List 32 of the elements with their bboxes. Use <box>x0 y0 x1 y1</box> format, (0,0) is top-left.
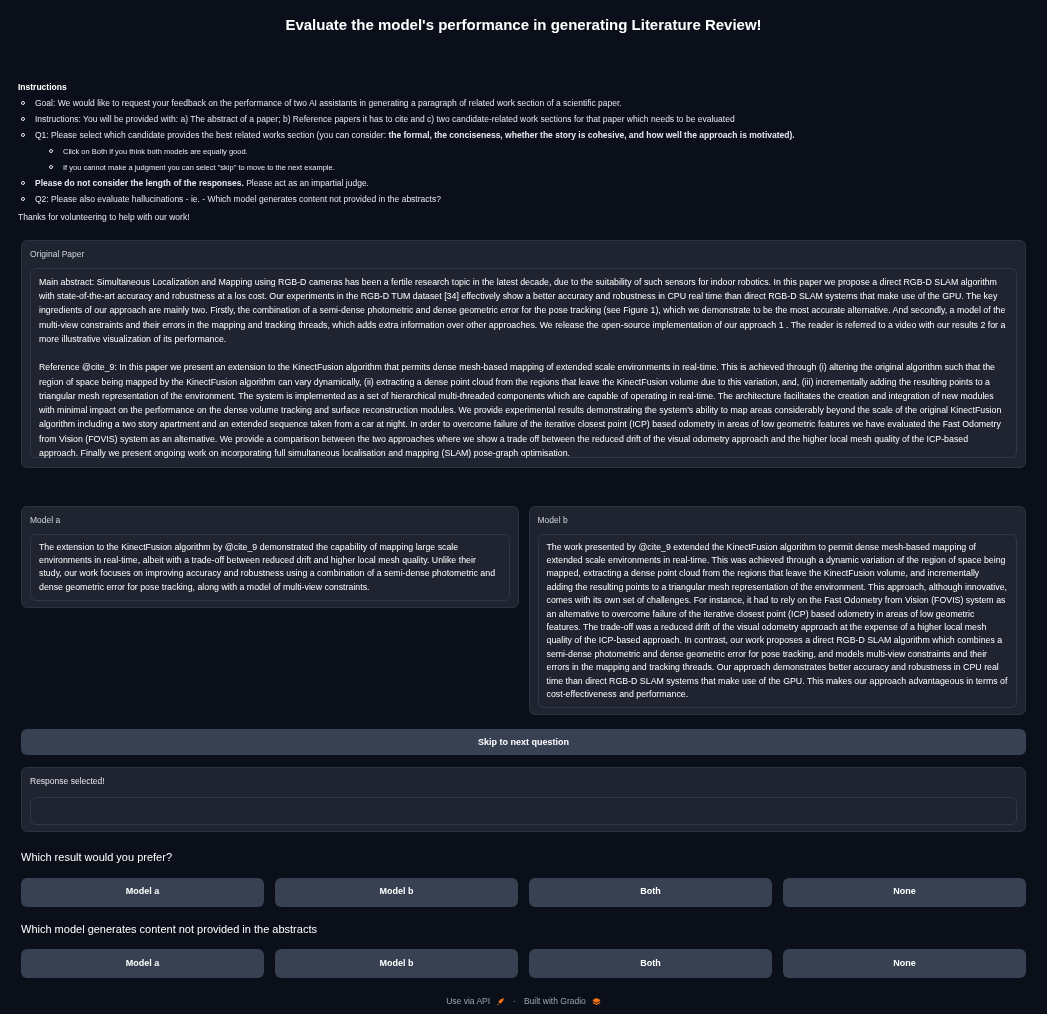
panel-label: Original Paper <box>30 248 85 261</box>
built-with-gradio-link[interactable]: Built with Gradio <box>523 995 586 1008</box>
question-text: Which model generates content not provided in the abstracts <box>21 921 317 937</box>
model-response-text: The work presented by @cite_9 extended the KinectFusion algorithm to permit dense mesh-based mapping of extended scale environments in real-time. This was achieved through a dynamic variation of the region of space being mapped, extracting a dense point cloud from the regions that leave the KinectFusion volume, and incrementally adding the resulting points to a triangular mesh representation of the environment. This approach, although innovative, comes with its own set of challenges. For instance, it had to rely on the Fast Odometry from Vision (FOVIS) system as an alternative to overcome failure of the iterative closest point (ICP) based odometry in areas of low geometric features. The trade-off was a reduced drift of the visual odometry approach at the expense of a higher local mesh quality of the ICP-based approach. In contrast, our work proposes a direct RGB-D SLAM algorithm which combines a semi-dense photometric and dense geometric error for pose tracking, and models multi-view constraints and their errors in the mapping and tracking threads. Our approach demonstrates better accuracy and robustness in CPU real time than direct RGB-D SLAM systems that make use of the GPU. This makes our approach advantageous in terms of cost-effectiveness and performance. <box>546 540 1008 701</box>
answer-button[interactable]: Model b <box>275 949 518 979</box>
answer-button[interactable]: Model a <box>21 949 264 979</box>
answer-button[interactable]: Both <box>529 877 772 907</box>
question-text: Which result would you prefer? <box>21 850 172 866</box>
panel-label: Model a <box>30 513 61 527</box>
rocket-icon <box>496 997 506 1007</box>
gradio-logo-icon <box>591 997 601 1007</box>
skip-button[interactable]: Skip to next question <box>21 729 1026 756</box>
instruction-item: Instructions: You will be provided with: a) The abstract of a paper; b) Reference papers it has to cite and c) two candidate-related work sections for that paper which needs to be evaluated <box>35 114 735 126</box>
instruction-item: Q2: Please also evaluate hallucinations - ie. - Which model generates content not provided in the abstracts? <box>35 194 441 206</box>
paper-paragraph: Reference @cite_9: In this paper we present an extension to the KinectFusion algorithm that permits dense mesh-based mapping of extended scale environments in real-time. This is achieved through (i) altering the original algorithm such that the region of space being mapped by the KinectFusion algorithm can vary dynamically, (ii) extracting a dense point cloud from the regions that leave the KinectFusion volume due to this variation, and, (iii) incrementally adding the resulting points to a triangular mesh representation of the environment. The system is implemented as a set of hierarchical multi-threaded components which are capable of operating in real-time. The architecture facilitates the creation and integration of new modules with minimal impact on the performance on the dense volume tracking and surface reconstruction modules. We provide experimental results demonstrating the system's ability to map areas considerably beyond the scale of the original KinectFusion algorithm including a two story apartment and an extended sequence taken from a car at night. In order to overcome failure of the iterative closest point (ICP) based odometry in areas of low geometric features we have evaluated the Fast Odometry from Vision (FOVIS) system as an alternative. We provide a comparison between the two approaches where we show a trade off between the reduced drift of the visual odometry approach and the higher local mesh quality of the ICP-based approach. Finally we present ongoing work on incorporating full simultaneous localisation and mapping (SLAM) pose-graph optimisation. <box>39 361 1003 460</box>
instruction-item: Please do not consider the length of the responses. Please act as an impartial judge. <box>35 178 369 190</box>
answer-button[interactable]: None <box>783 877 1026 907</box>
separator: · <box>513 995 516 1008</box>
answer-button[interactable]: None <box>783 949 1026 979</box>
model-response-text: The extension to the KinectFusion algorithm by @cite_9 demonstrated the capability of mapping large scale environments in real-time, albeit with a trade-off between reduced drift and higher local mesh quality. Unlike their study, our work focuses on improving accuracy and robustness using a combination of a semi-dense photometric and dense geometric error for pose tracking, along with a model of multi-view constraints. <box>39 540 497 594</box>
instruction-item: Goal: We would like to request your feedback on the performance of two AI assistants in generating a paragraph of related work section of a scientific paper. <box>35 98 622 110</box>
panel-label: Model b <box>537 513 568 527</box>
page-title: Evaluate the model's performance in generating Literature Review! <box>285 15 762 35</box>
response-label: Response selected! <box>30 775 105 789</box>
paper-paragraph: Main abstract: Simultaneous Localization and Mapping using RGB-D cameras has been a fertile research topic in the latest decade, due to the suitability of such sensors for indoor robotics. In this paper we propose a direct RGB-D SLAM algorithm with state-of-the-art accuracy and robustness at a los cost. Our experiments in the RGB-D TUM dataset [34] effectively show a better accuracy and robustness in CPU real time than direct RGB-D SLAM systems that make use of the GPU. The key ingredients of our approach are mainly two. Firstly, the combination of a semi-dense photometric and dense geometric error for the pose tracking (see Figure 1), which we demonstrate to be the most accurate alternative. And secondly, a model of the multi-view constraints and their errors in the mapping and tracking threads, which adds extra information over other approaches. We release the open-source implementation of our approach 1 . The reader is referred to a video with our results 2 for a more illustrative visualization of its performance. <box>39 275 1007 346</box>
closing-text: Thanks for volunteering to help with our work! <box>18 211 190 224</box>
instructions-heading: Instructions <box>18 80 67 94</box>
answer-button[interactable]: Both <box>529 949 772 979</box>
answer-button[interactable]: Model a <box>21 877 264 907</box>
use-via-api-link[interactable]: Use via API <box>446 995 491 1008</box>
instruction-item: Q1: Please select which candidate provides the best related works section (you can consider: the formal, the conciseness, whether the story is cohesive, and how well the approach is motivated). <box>35 130 795 142</box>
answer-button[interactable]: Model b <box>275 877 518 907</box>
